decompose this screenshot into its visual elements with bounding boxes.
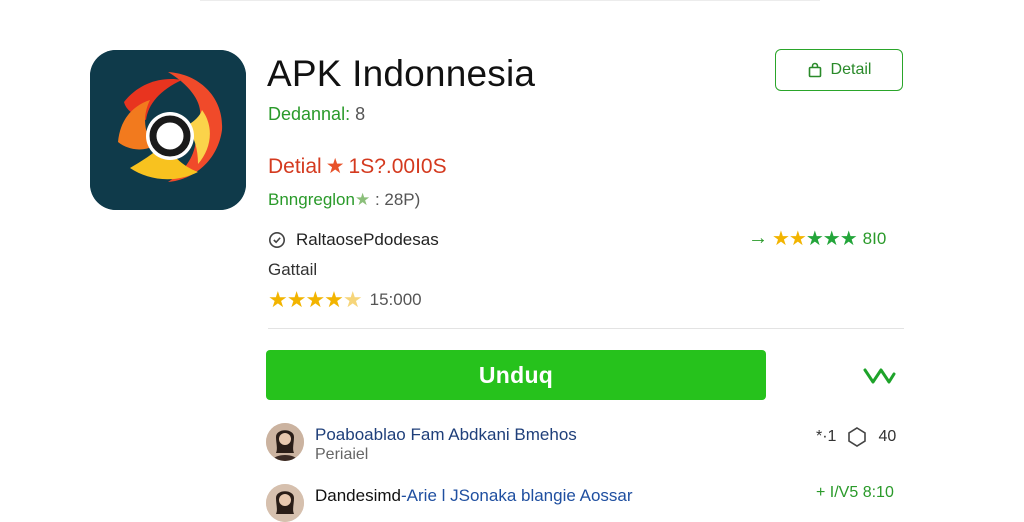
download-button[interactable]: Unduq [266, 350, 766, 400]
side-rating: → ★★★★★ 8I0 [748, 226, 886, 251]
review-author-name: Dandesimd [315, 486, 401, 505]
review-subtitle: Periaiel [315, 446, 369, 463]
section-label: Gattail [268, 260, 318, 279]
star-icon: ★ [325, 155, 345, 178]
avatar[interactable] [266, 484, 304, 522]
review-meta-value: + I/V5 8:10 [816, 484, 894, 501]
size-label: Bnngreglon [268, 190, 355, 209]
developer-name: RaltaosePdodesas [296, 230, 439, 249]
review-author[interactable]: Poaboablao Fam Abdkani Bmehos [315, 425, 577, 445]
hexagon-icon[interactable] [846, 426, 868, 448]
detail-button[interactable]: Detail [775, 49, 903, 91]
app-title: APK Indonnesia [267, 53, 536, 94]
bag-icon [808, 62, 821, 78]
section-divider [268, 328, 904, 329]
side-rating-value: 8I0 [862, 228, 887, 248]
review-author[interactable]: Dandesimd-Arie l JSonaka blangie Aossar [315, 486, 633, 506]
star-icon: ★ [354, 190, 371, 209]
review-author-link[interactable]: -Arie l JSonaka blangie Aossar [401, 486, 633, 505]
rating-stars: ★★★★★ [268, 287, 363, 312]
share-icon[interactable] [862, 362, 896, 388]
app-logo-icon [90, 50, 246, 210]
review-meta: *·1 40 [816, 426, 896, 448]
subtitle-label: Dedannal: [268, 104, 351, 124]
rating-row: ★★★★★ 15:000 [268, 287, 422, 313]
subtitle-value: 8 [355, 104, 366, 124]
download-button-label: Unduq [478, 361, 554, 388]
developer-row[interactable]: RaltaosePdodesas [268, 230, 439, 250]
size-line: Bnngreglon★ : 28P) [268, 190, 420, 210]
detail-label: Detial [268, 155, 322, 178]
detail-button-label: Detail [830, 61, 872, 78]
size-value: : 28P) [374, 190, 421, 209]
rating-value: 15:000 [369, 290, 422, 309]
detail-value: 1S?.00I0S [348, 155, 447, 178]
avatar[interactable] [266, 423, 304, 461]
arrow-right-icon: → [748, 227, 768, 249]
review-meta: + I/V5 8:10 [816, 484, 898, 502]
detail-line: Detial ★ 1S?.00I0S [268, 154, 447, 179]
app-subtitle: Dedannal: 8 [268, 104, 365, 125]
side-rating-stars: ★★★★★ [772, 228, 858, 250]
review-meta-value: 40 [878, 428, 897, 445]
top-divider [200, 0, 820, 1]
shield-check-icon [268, 231, 286, 249]
review-meta-prefix: *·1 [816, 428, 837, 445]
